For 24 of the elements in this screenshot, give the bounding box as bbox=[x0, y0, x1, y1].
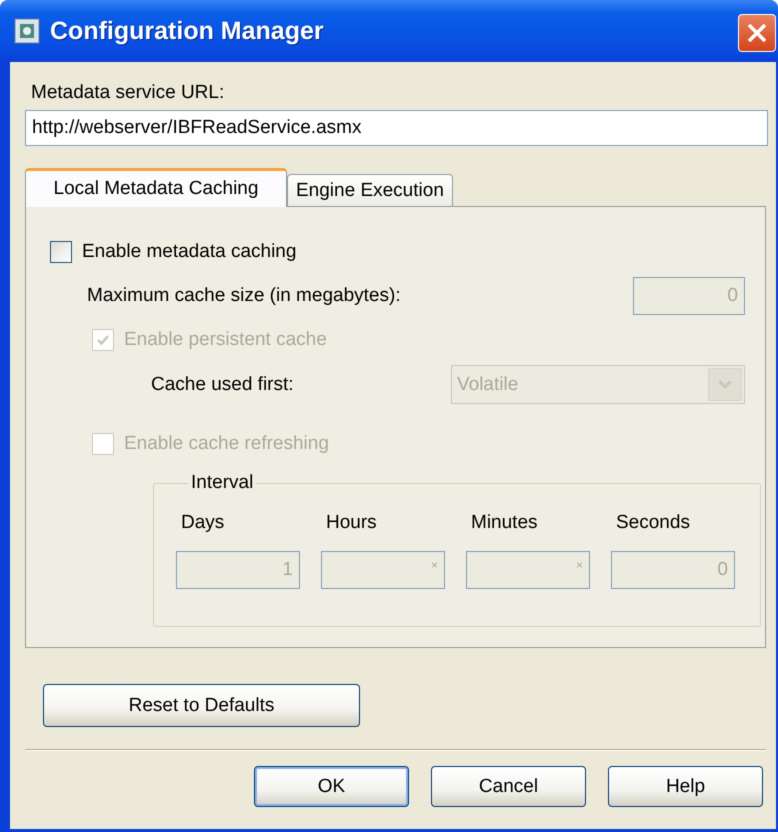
reset-button[interactable]: Reset to Defaults bbox=[43, 684, 360, 727]
checkbox-label: Enable persistent cache bbox=[124, 328, 327, 352]
field-label: Minutes bbox=[470, 511, 539, 535]
check-icon bbox=[96, 333, 110, 347]
close-button[interactable] bbox=[738, 14, 776, 52]
close-icon bbox=[745, 21, 769, 45]
group-title: Interval bbox=[190, 471, 254, 495]
tab[interactable]: Engine Execution bbox=[287, 174, 453, 206]
app-icon bbox=[14, 18, 40, 44]
tab[interactable]: Local Metadata Caching bbox=[25, 168, 287, 207]
checkbox-label: Enable cache refreshing bbox=[124, 432, 329, 456]
field-label: Maximum cache size (in megabytes): bbox=[87, 284, 401, 308]
dialog-button[interactable]: Help bbox=[608, 766, 763, 807]
field-label: Seconds bbox=[615, 511, 691, 535]
field-label: Cache used first: bbox=[151, 372, 294, 396]
field-label: Hours bbox=[325, 511, 378, 535]
dialog-button[interactable]: OK bbox=[254, 766, 409, 807]
checkbox[interactable] bbox=[50, 241, 72, 263]
dialog-button[interactable]: Cancel bbox=[431, 766, 586, 807]
window-title: Configuration Manager bbox=[50, 16, 325, 46]
field-label: Metadata service URL: bbox=[31, 81, 226, 105]
field-label: Days bbox=[180, 511, 226, 535]
checkbox-label: Enable metadata caching bbox=[82, 240, 296, 264]
url-field[interactable]: http://webserver/IBFReadService.asmx bbox=[25, 110, 768, 146]
